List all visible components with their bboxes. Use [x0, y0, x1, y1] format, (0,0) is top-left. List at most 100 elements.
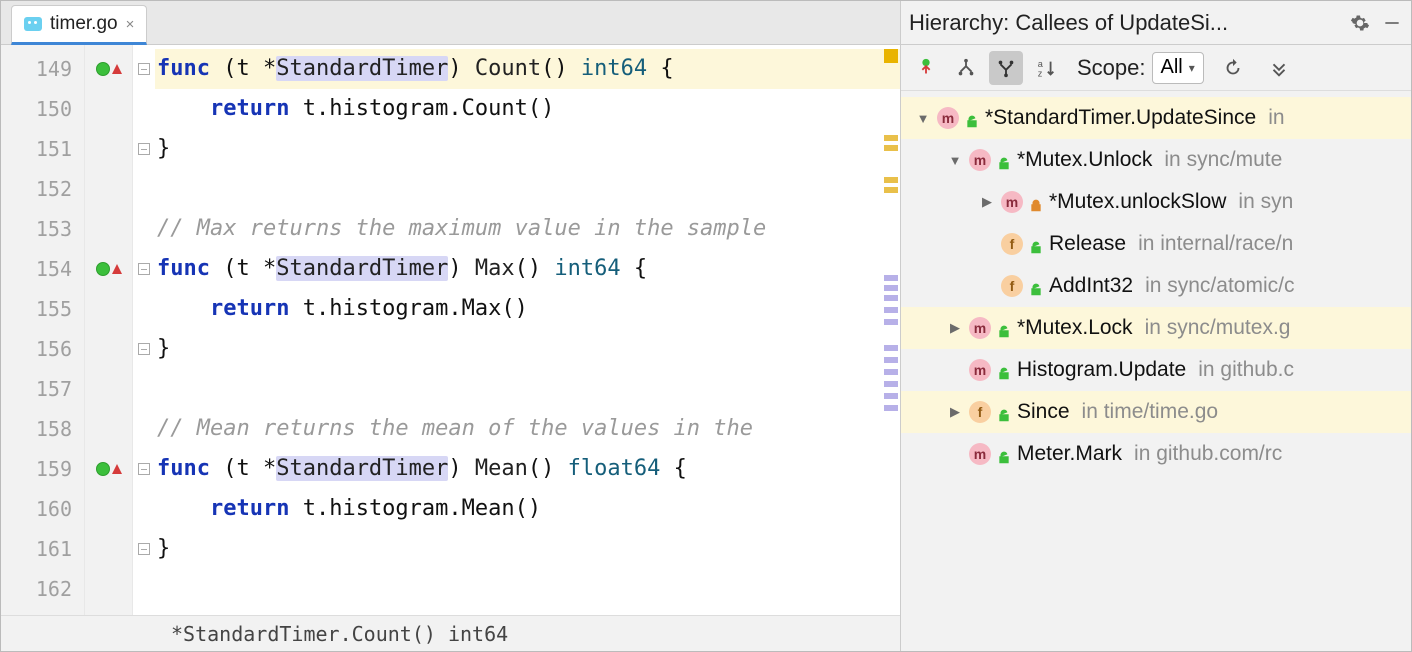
unlock-icon — [1029, 279, 1043, 293]
function-icon: f — [969, 401, 991, 423]
override-up-icon[interactable] — [112, 464, 122, 474]
hierarchy-node-path: in github.com/rc — [1134, 442, 1282, 466]
hierarchy-node-path: in sync/mutex.g — [1145, 316, 1291, 340]
hierarchy-node-name: *Mutex.Lock — [1017, 316, 1133, 340]
hierarchy-node-name: AddInt32 — [1049, 274, 1133, 298]
usage-marker-icon[interactable] — [884, 295, 898, 301]
usage-marker-icon[interactable] — [884, 381, 898, 387]
usage-marker-icon[interactable] — [884, 345, 898, 351]
tree-expand-right-icon[interactable]: ▶ — [979, 194, 995, 210]
fold-toggle-icon[interactable] — [138, 463, 150, 475]
marker-strip[interactable] — [882, 45, 900, 615]
tree-expand-right-icon[interactable]: ▶ — [947, 320, 963, 336]
unlock-icon — [997, 321, 1011, 335]
minimize-icon[interactable] — [1381, 12, 1403, 34]
implements-icon[interactable] — [96, 62, 110, 76]
method-icon: m — [969, 359, 991, 381]
implements-icon[interactable] — [96, 262, 110, 276]
hierarchy-node-path: in github.c — [1198, 358, 1294, 382]
hierarchy-node[interactable]: ▶m*Mutex.unlockSlow in syn — [901, 181, 1411, 223]
edit-marker-icon[interactable] — [884, 135, 898, 141]
implements-icon[interactable] — [96, 462, 110, 476]
hierarchy-tree[interactable]: ▼m*StandardTimer.UpdateSince in▼m*Mutex.… — [901, 91, 1411, 651]
hierarchy-node-path: in time/time.go — [1082, 400, 1219, 424]
override-up-icon[interactable] — [112, 264, 122, 274]
usage-marker-icon[interactable] — [884, 319, 898, 325]
fold-toggle-icon[interactable] — [138, 143, 150, 155]
usage-marker-icon[interactable] — [884, 405, 898, 411]
unlock-icon — [965, 111, 979, 125]
code-line: } — [155, 329, 900, 369]
function-icon: f — [1001, 233, 1023, 255]
code-body[interactable]: func (t *StandardTimer) Count() int64 { … — [155, 45, 900, 615]
hierarchy-node[interactable]: ▼m*StandardTimer.UpdateSince in — [901, 97, 1411, 139]
usage-marker-icon[interactable] — [884, 357, 898, 363]
hierarchy-node-path: in sync/mute — [1164, 148, 1282, 172]
code-editor[interactable]: 149 150 151 152 153 154 155 156 157 158 … — [1, 45, 900, 615]
close-tab-button[interactable]: × — [126, 16, 135, 33]
scope-value: All — [1161, 56, 1183, 79]
override-up-icon[interactable] — [112, 64, 122, 74]
function-icon: f — [1001, 275, 1023, 297]
hierarchy-node-path: in syn — [1238, 190, 1293, 214]
gutter-marks — [85, 45, 133, 615]
hierarchy-node-path: in internal/race/n — [1138, 232, 1293, 256]
hierarchy-node-name: *Mutex.Unlock — [1017, 148, 1152, 172]
hierarchy-node-path: in sync/atomic/c — [1145, 274, 1294, 298]
code-line — [155, 369, 900, 409]
hierarchy-node-name: Since — [1017, 400, 1070, 424]
editor-pane: timer.go × 149 150 151 152 153 154 155 1… — [1, 1, 901, 651]
usage-marker-icon[interactable] — [884, 285, 898, 291]
gear-icon[interactable] — [1349, 12, 1371, 34]
fold-toggle-icon[interactable] — [138, 543, 150, 555]
hierarchy-header: Hierarchy: Callees of UpdateSi... — [901, 1, 1411, 45]
supertypes-button[interactable] — [989, 51, 1023, 85]
hierarchy-panel: Hierarchy: Callees of UpdateSi... az Sco… — [901, 1, 1411, 651]
scope-dropdown[interactable]: All ▾ — [1152, 52, 1204, 84]
breadcrumb[interactable]: *StandardTimer.Count() int64 — [1, 615, 900, 651]
edit-marker-icon[interactable] — [884, 145, 898, 151]
go-file-icon — [24, 17, 42, 31]
fold-gutter — [133, 45, 155, 615]
tree-expand-down-icon[interactable]: ▼ — [947, 153, 963, 168]
fold-toggle-icon[interactable] — [138, 343, 150, 355]
editor-tabs: timer.go × — [1, 1, 900, 45]
usage-marker-icon[interactable] — [884, 275, 898, 281]
fold-toggle-icon[interactable] — [138, 263, 150, 275]
code-line: func (t *StandardTimer) Count() int64 { — [155, 49, 900, 89]
hierarchy-node[interactable]: ▶mHistogram.Update in github.c — [901, 349, 1411, 391]
hierarchy-node[interactable]: ▶fRelease in internal/race/n — [901, 223, 1411, 265]
tree-expand-right-icon[interactable]: ▶ — [947, 404, 963, 420]
usage-marker-icon[interactable] — [884, 369, 898, 375]
usage-marker-icon[interactable] — [884, 393, 898, 399]
hierarchy-node[interactable]: ▶ f Since in time/time.go — [901, 391, 1411, 433]
subtypes-button[interactable] — [949, 51, 983, 85]
code-line: } — [155, 529, 900, 569]
fold-toggle-icon[interactable] — [138, 63, 150, 75]
tree-expand-down-icon[interactable]: ▼ — [915, 111, 931, 126]
refresh-button[interactable] — [1216, 51, 1250, 85]
unlock-icon — [997, 405, 1011, 419]
unlock-icon — [1029, 237, 1043, 251]
usage-marker-icon[interactable] — [884, 307, 898, 313]
edit-marker-icon[interactable] — [884, 187, 898, 193]
file-tab-timer[interactable]: timer.go × — [11, 5, 147, 45]
unlock-icon — [997, 447, 1011, 461]
more-button[interactable] — [1262, 51, 1296, 85]
unlock-icon — [997, 153, 1011, 167]
hierarchy-node[interactable]: ▼m*Mutex.Unlock in sync/mute — [901, 139, 1411, 181]
hierarchy-node-name: Release — [1049, 232, 1126, 256]
hierarchy-node[interactable]: ▶m*Mutex.Lock in sync/mutex.g — [901, 307, 1411, 349]
code-line: return t.histogram.Count() — [155, 89, 900, 129]
hierarchy-node[interactable]: ▶mMeter.Mark in github.com/rc — [901, 433, 1411, 475]
caller-hierarchy-button[interactable] — [909, 51, 943, 85]
svg-text:z: z — [1038, 68, 1043, 78]
lock-icon — [1029, 195, 1043, 209]
code-line — [155, 169, 900, 209]
sort-alpha-button[interactable]: az — [1029, 51, 1063, 85]
warning-marker-icon[interactable] — [884, 49, 898, 63]
hierarchy-toolbar: az Scope: All ▾ — [901, 45, 1411, 91]
code-line: // Mean returns the mean of the values i… — [155, 409, 900, 449]
edit-marker-icon[interactable] — [884, 177, 898, 183]
hierarchy-node[interactable]: ▶fAddInt32 in sync/atomic/c — [901, 265, 1411, 307]
